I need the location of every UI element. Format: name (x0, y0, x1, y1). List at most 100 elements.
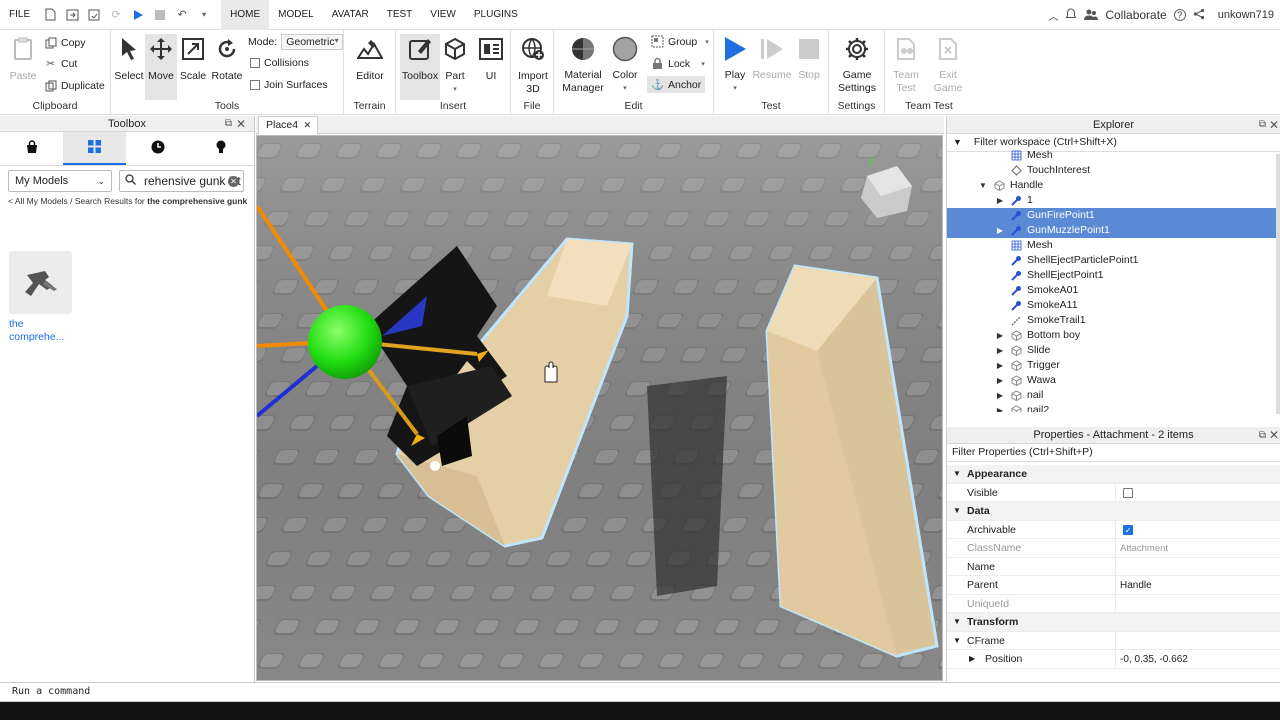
property-value[interactable] (1115, 594, 1280, 613)
notification-icon[interactable] (1065, 7, 1077, 23)
explorer-row[interactable]: SmokeA11 (947, 298, 1280, 313)
explorer-row[interactable]: ShellEjectParticlePoint1 (947, 253, 1280, 268)
help-icon[interactable]: ? (1173, 9, 1186, 21)
creations-tab[interactable] (189, 132, 252, 165)
team-test-button[interactable]: Team Test (887, 34, 925, 95)
expand-arrow-icon[interactable]: ▶ (995, 358, 1005, 373)
property-value[interactable]: Handle (1115, 576, 1280, 594)
collapse-arrow-icon[interactable]: ▼ (953, 632, 961, 650)
lock-dropdown-icon[interactable]: ▾ (701, 60, 705, 68)
join-surfaces-checkbox[interactable] (250, 80, 260, 90)
command-input[interactable]: Run a command (12, 686, 90, 697)
3d-viewport[interactable] (256, 135, 943, 681)
file-menu[interactable]: FILE (0, 0, 39, 30)
explorer-row[interactable]: ▼ Handle (947, 178, 1280, 193)
recent-tab[interactable] (126, 132, 189, 165)
expand-arrow-icon[interactable]: ▶ (995, 193, 1005, 208)
checked-checkbox-icon[interactable]: ✓ (1123, 524, 1133, 535)
explorer-row[interactable]: ▶ nail (947, 388, 1280, 403)
move-tool-button[interactable]: Move (145, 34, 177, 100)
share-icon[interactable] (1193, 8, 1205, 23)
property-value[interactable] (1115, 483, 1280, 502)
ui-button[interactable]: UI (478, 34, 504, 83)
part-dropdown-icon[interactable]: ▾ (442, 83, 468, 96)
explorer-scrollbar[interactable] (1276, 154, 1280, 414)
property-row[interactable]: Parent Handle (947, 576, 1280, 595)
property-value[interactable] (1115, 557, 1280, 576)
terrain-editor-button[interactable]: Editor (354, 34, 386, 83)
explorer-row[interactable]: ▶ nail2 (947, 403, 1280, 412)
explorer-row[interactable]: Mesh (947, 148, 1280, 163)
explorer-row[interactable]: ▶ 1 (947, 193, 1280, 208)
duplicate-button[interactable]: Duplicate (44, 79, 105, 92)
new-file-icon[interactable] (43, 8, 57, 22)
expand-arrow-icon[interactable]: ▶ (995, 328, 1005, 343)
undock-icon[interactable]: ⧉ (1259, 427, 1266, 444)
join-surfaces-toggle[interactable]: Join Surfaces (250, 79, 328, 91)
checkbox-icon[interactable] (1123, 487, 1133, 498)
open-file-icon[interactable] (65, 8, 79, 22)
quick-play-icon[interactable] (131, 8, 145, 22)
undo-icon[interactable]: ↶ (175, 8, 189, 22)
property-row[interactable]: Visible (947, 483, 1280, 502)
place-tab[interactable]: Place4 ✕ (258, 116, 318, 134)
lock-button[interactable]: Lock ▾ (651, 57, 705, 70)
explorer-row[interactable]: ▶ Wawa (947, 373, 1280, 388)
tab-model[interactable]: MODEL (269, 0, 323, 30)
username[interactable]: unkown719 (1218, 9, 1274, 21)
collapse-arrow-icon[interactable]: ▼ (953, 502, 961, 520)
properties-filter-input[interactable]: Filter Properties (Ctrl+Shift+P) (952, 446, 1093, 458)
part-button[interactable]: Part ▾ (442, 34, 468, 96)
import-3d-button[interactable]: Import 3D (515, 34, 551, 96)
property-row[interactable]: ClassName Attachment (947, 539, 1280, 558)
quickaccess-dropdown-icon[interactable]: ▾ (197, 8, 211, 22)
cut-button[interactable]: ✂ Cut (44, 57, 77, 70)
color-button[interactable]: Color ▾ (610, 34, 640, 95)
quick-stop-icon[interactable] (153, 8, 167, 22)
expand-arrow-icon[interactable]: ▶ (995, 388, 1005, 403)
explorer-row[interactable]: GunFirePoint1 (947, 208, 1280, 223)
explorer-row[interactable]: Mesh (947, 238, 1280, 253)
tab-plugins[interactable]: PLUGINS (465, 0, 527, 30)
undock-icon[interactable]: ⧉ (225, 116, 232, 132)
property-row[interactable]: ▶ Position -0, 0.35, -0.662 (947, 650, 1280, 669)
collisions-checkbox[interactable] (250, 58, 260, 68)
anchor-button[interactable]: ⚓ Anchor (647, 76, 705, 93)
expand-arrow-icon[interactable]: ▶ (995, 343, 1005, 358)
property-row[interactable]: ▼ CFrame (947, 631, 1280, 650)
expand-arrow-icon[interactable]: ▶ (995, 373, 1005, 388)
property-row[interactable]: Name (947, 557, 1280, 576)
refresh-icon[interactable]: ⟳ (109, 8, 123, 22)
collapse-arrow-icon[interactable]: ▼ (953, 613, 961, 631)
collaborate-button[interactable]: Collaborate (1105, 8, 1166, 22)
paste-button[interactable]: Paste (6, 34, 40, 83)
command-bar[interactable]: Run a command (0, 682, 1280, 702)
rotate-tool-button[interactable]: Rotate (210, 34, 244, 83)
collapse-arrow-icon[interactable]: ▼ (953, 465, 961, 483)
play-button[interactable]: Play ▾ (720, 34, 750, 95)
model-item-label[interactable]: the comprehe... (9, 318, 64, 344)
category-dropdown[interactable]: My Models ⌄ (8, 170, 112, 192)
material-manager-button[interactable]: Material Manager (562, 34, 604, 95)
explorer-row[interactable]: ShellEjectPoint1 (947, 268, 1280, 283)
mode-dropdown[interactable]: Geometric ▾ (281, 34, 344, 50)
group-dropdown-icon[interactable]: ▾ (705, 38, 709, 46)
property-value[interactable]: Attachment (1115, 539, 1280, 557)
explorer-row[interactable]: ▶ Bottom boy (947, 328, 1280, 343)
expand-arrow-icon[interactable]: ▶ (969, 650, 975, 668)
tab-test[interactable]: TEST (378, 0, 422, 30)
stop-button[interactable]: Stop (794, 34, 824, 82)
property-row[interactable]: UniqueId (947, 594, 1280, 613)
property-value[interactable]: ✓ (1115, 520, 1280, 539)
expand-arrow-icon[interactable]: ▶ (995, 223, 1005, 238)
explorer-row[interactable]: SmokeA01 (947, 283, 1280, 298)
clear-search-icon[interactable]: ✕ (228, 175, 239, 187)
copy-button[interactable]: Copy (44, 36, 86, 49)
tab-view[interactable]: VIEW (421, 0, 465, 30)
properties-filter[interactable]: Filter Properties (Ctrl+Shift+P) (947, 444, 1280, 462)
property-category[interactable]: ▼ Appearance (947, 465, 1280, 484)
breadcrumb-prefix[interactable]: < All My Models / Search Results for (8, 196, 147, 206)
group-button[interactable]: Group ▾ (651, 35, 709, 48)
explorer-row[interactable]: ▶ Trigger (947, 358, 1280, 373)
tab-home[interactable]: HOME (221, 0, 270, 30)
